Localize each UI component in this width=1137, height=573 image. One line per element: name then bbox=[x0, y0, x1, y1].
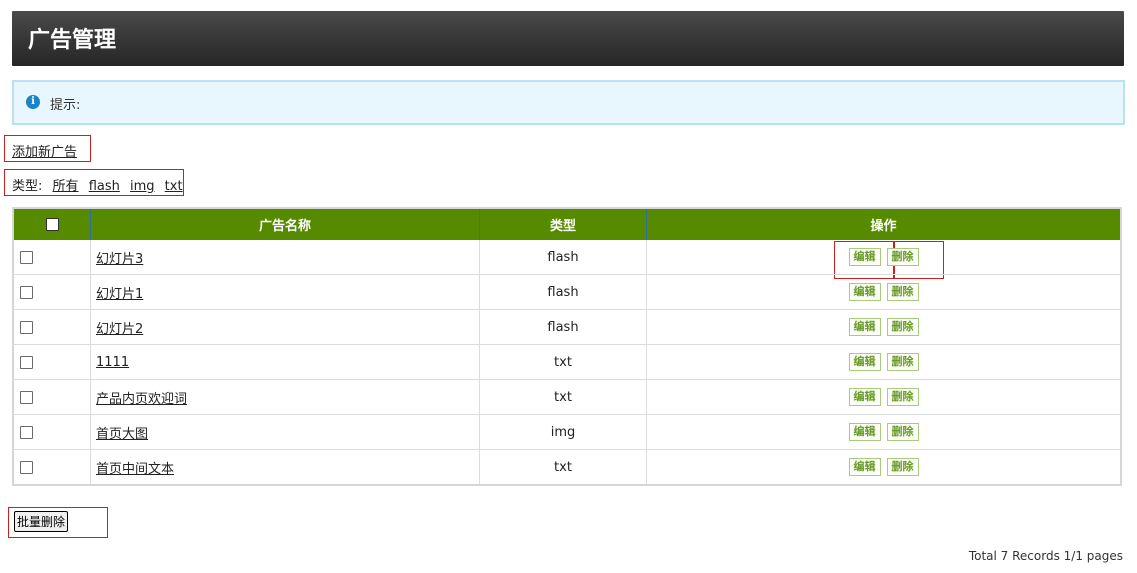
table-row: 首页中间文本 txt 编辑 删除 bbox=[13, 449, 1121, 485]
notice-box: i 提示: bbox=[12, 80, 1125, 125]
delete-button[interactable]: 删除 bbox=[886, 353, 919, 371]
edit-button[interactable]: 编辑 bbox=[848, 318, 881, 336]
table-row: 产品内页欢迎词 txt 编辑 删除 bbox=[13, 379, 1121, 415]
type-filter-label: 类型: bbox=[12, 179, 43, 194]
info-icon: i bbox=[26, 95, 40, 109]
ad-type: txt bbox=[479, 344, 647, 380]
ad-name-link[interactable]: 幻灯片1 bbox=[96, 287, 143, 302]
row-checkbox[interactable] bbox=[20, 460, 33, 474]
ad-type: flash bbox=[479, 240, 647, 275]
edit-button[interactable]: 编辑 bbox=[848, 423, 881, 441]
ads-table: 广告名称 类型 操作 幻灯片3 flash 编辑 删除 幻灯片1 flash 编辑… bbox=[12, 207, 1122, 486]
type-filter: 类型: 所有 flash img txt bbox=[12, 175, 183, 194]
edit-button[interactable]: 编辑 bbox=[848, 283, 881, 301]
page-header: 广告管理 bbox=[12, 11, 1124, 66]
pagination-info: Total 7 Records 1/1 pages bbox=[968, 549, 1123, 563]
filter-flash[interactable]: flash bbox=[89, 179, 120, 194]
delete-button[interactable]: 删除 bbox=[886, 318, 919, 336]
table-row: 首页大图 img 编辑 删除 bbox=[13, 414, 1121, 450]
batch-delete-button[interactable]: 批量删除 bbox=[14, 511, 69, 532]
row-checkbox[interactable] bbox=[20, 425, 33, 439]
add-ad-link[interactable]: 添加新广告 bbox=[12, 141, 77, 160]
select-all-header bbox=[13, 208, 91, 240]
ad-type: txt bbox=[479, 379, 647, 415]
ad-name-link[interactable]: 首页大图 bbox=[96, 427, 148, 442]
filter-img[interactable]: img bbox=[130, 179, 155, 194]
notice-text: 提示: bbox=[50, 98, 81, 113]
table-row: 1111 txt 编辑 删除 bbox=[13, 344, 1121, 380]
ad-name-link[interactable]: 产品内页欢迎词 bbox=[96, 392, 187, 407]
delete-button[interactable]: 删除 bbox=[886, 388, 919, 406]
delete-button[interactable]: 删除 bbox=[886, 423, 919, 441]
row-checkbox[interactable] bbox=[20, 355, 33, 369]
select-all-checkbox[interactable] bbox=[45, 218, 59, 231]
filter-all[interactable]: 所有 bbox=[53, 179, 79, 194]
delete-button[interactable]: 删除 bbox=[886, 283, 919, 301]
ad-type: img bbox=[479, 414, 647, 450]
column-header-type: 类型 bbox=[479, 208, 647, 240]
page-title: 广告管理 bbox=[28, 28, 117, 53]
ad-type: flash bbox=[479, 309, 647, 345]
ad-type: flash bbox=[479, 274, 647, 310]
table-header-row: 广告名称 类型 操作 bbox=[13, 208, 1121, 240]
ad-type: txt bbox=[479, 449, 647, 485]
column-header-ops: 操作 bbox=[646, 208, 1121, 240]
row-checkbox[interactable] bbox=[20, 285, 33, 299]
edit-button[interactable]: 编辑 bbox=[848, 248, 881, 266]
row-checkbox[interactable] bbox=[20, 250, 33, 264]
ad-name-link[interactable]: 1111 bbox=[96, 355, 129, 370]
table-row: 幻灯片2 flash 编辑 删除 bbox=[13, 309, 1121, 345]
edit-button[interactable]: 编辑 bbox=[848, 388, 881, 406]
row-checkbox[interactable] bbox=[20, 390, 33, 404]
table-row: 幻灯片1 flash 编辑 删除 bbox=[13, 274, 1121, 310]
column-header-name: 广告名称 bbox=[90, 208, 480, 240]
delete-button[interactable]: 删除 bbox=[886, 248, 919, 266]
delete-button[interactable]: 删除 bbox=[886, 458, 919, 476]
edit-button[interactable]: 编辑 bbox=[848, 458, 881, 476]
edit-button[interactable]: 编辑 bbox=[848, 353, 881, 371]
ad-name-link[interactable]: 幻灯片3 bbox=[96, 252, 143, 267]
ad-name-link[interactable]: 幻灯片2 bbox=[96, 322, 143, 337]
ad-name-link[interactable]: 首页中间文本 bbox=[96, 462, 174, 477]
filter-txt[interactable]: txt bbox=[165, 179, 183, 194]
row-checkbox[interactable] bbox=[20, 320, 33, 334]
table-row: 幻灯片3 flash 编辑 删除 bbox=[13, 240, 1121, 275]
